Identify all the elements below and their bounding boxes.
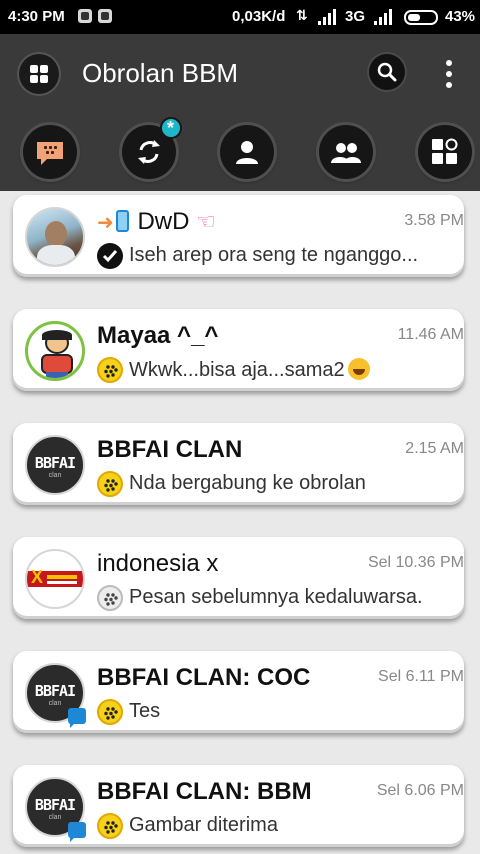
refresh-icon: [138, 140, 160, 164]
page-title: Obrolan BBM: [82, 58, 239, 88]
chat-item[interactable]: BBFAI clan BBFAI CLAN 2.15 AM Nda bergab…: [13, 423, 464, 505]
tab-chats[interactable]: [23, 125, 77, 179]
status-time: 4:30 PM: [8, 8, 65, 25]
chat-bubble-icon: [37, 142, 63, 165]
chat-name: ➜ DwD ☜: [97, 208, 216, 235]
chat-last-message: Wkwk...bisa aja...sama2: [129, 358, 459, 382]
group-icon: [331, 143, 361, 163]
battery-level: 43%: [445, 8, 476, 25]
chat-item[interactable]: X indonesia x Sel 10.36 PM Pesan sebelum…: [13, 537, 464, 619]
battery-icon: [404, 10, 438, 25]
group-chat-badge-icon: [68, 822, 86, 842]
laughing-emoji-icon: [347, 358, 370, 380]
avatar: BBFAI clan: [25, 435, 85, 495]
new-update-badge: [160, 117, 182, 139]
network-speed: 0,03K/d: [232, 8, 286, 25]
data-transfer-icon: ⇅: [296, 7, 308, 23]
tab-updates[interactable]: [122, 117, 182, 179]
chat-list: ➜ DwD ☜ 3.58 PM Iseh arep ora seng te ng…: [0, 191, 480, 854]
blackberry-logo-icon[interactable]: [19, 54, 59, 94]
bbm-notification-icon: [78, 9, 92, 23]
status-bar: 4:30 PM 0,03K/d ⇅ 3G 43%: [0, 0, 480, 34]
chat-item[interactable]: ➜ DwD ☜ 3.58 PM Iseh arep ora seng te ng…: [13, 195, 464, 277]
tab-channels[interactable]: [418, 125, 472, 179]
search-button[interactable]: [369, 54, 405, 90]
more-options-button[interactable]: [436, 58, 462, 90]
tab-groups[interactable]: [319, 125, 373, 179]
chat-name: BBFAI CLAN: BBM: [97, 778, 312, 805]
chat-last-message: Gambar diterima: [129, 814, 278, 836]
bbm-message-icon: [97, 699, 123, 725]
channels-icon: [432, 138, 458, 164]
chat-item[interactable]: Mayaa ^_^ 11.46 AM Wkwk...bisa aja...sam…: [13, 309, 464, 391]
bbm-message-icon: [97, 471, 123, 497]
avatar: X: [25, 549, 85, 609]
group-chat-badge-icon: [68, 708, 86, 728]
chat-last-message: Nda bergabung ke obrolan: [129, 472, 366, 494]
tab-contacts[interactable]: [220, 125, 274, 179]
chat-last-message: Tes: [129, 700, 161, 722]
read-check-icon: [97, 243, 123, 269]
avatar: [25, 207, 85, 267]
bbm-notification-icon: [98, 9, 112, 23]
chat-name: BBFAI CLAN: COC: [97, 664, 311, 691]
chat-time: Sel 6.06 PM: [376, 782, 464, 799]
bbm-message-icon: [97, 813, 123, 839]
chat-name: Mayaa ^_^: [97, 322, 219, 349]
chat-time: 11.46 AM: [397, 326, 464, 343]
chat-item[interactable]: BBFAI clan BBFAI CLAN: COC Sel 6.11 PM T…: [13, 651, 464, 733]
network-type: 3G: [345, 8, 366, 25]
search-icon: [377, 62, 397, 82]
bbm-message-icon: [97, 357, 123, 383]
chat-time: 3.58 PM: [404, 212, 464, 229]
person-icon: [236, 141, 258, 164]
chat-name: indonesia x: [97, 550, 219, 577]
chat-last-message: Iseh arep ora seng te nganggo...: [129, 244, 419, 266]
signal-icon: [374, 9, 394, 25]
chat-name: BBFAI CLAN: [97, 436, 243, 463]
avatar: [25, 321, 85, 381]
chat-last-message: Pesan sebelumnya kedaluwarsa.: [129, 586, 423, 608]
chat-time: Sel 10.36 PM: [367, 554, 464, 571]
app-bar: Obrolan BBM: [0, 34, 480, 191]
chat-time: Sel 6.11 PM: [378, 668, 464, 685]
bbm-message-icon: [97, 585, 123, 611]
chat-time: 2.15 AM: [405, 440, 464, 457]
chat-item[interactable]: BBFAI clan BBFAI CLAN: BBM Sel 6.06 PM G…: [13, 765, 464, 847]
signal-icon: [318, 9, 338, 25]
